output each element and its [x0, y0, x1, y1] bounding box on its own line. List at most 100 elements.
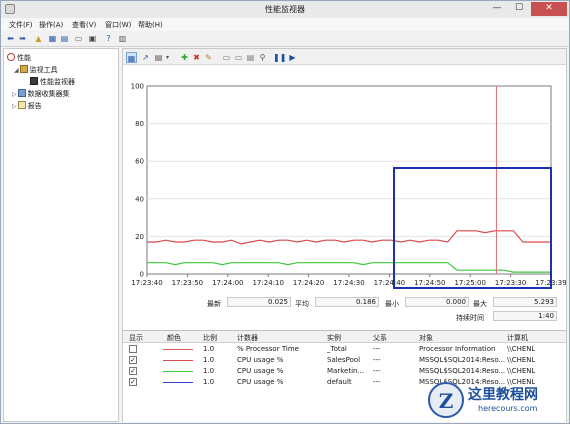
zoom-icon[interactable]: ⚲	[257, 52, 268, 63]
close-button[interactable]: ✕	[531, 2, 567, 16]
view-current-activity-icon[interactable]: ▦	[126, 52, 137, 63]
col-instance[interactable]: 实例	[327, 333, 341, 343]
table-row[interactable]: 1.0 % Processor Time _Total --- Processor In…	[123, 344, 566, 355]
menu-action[interactable]: 操作(A)	[39, 20, 63, 30]
tree-item-label: 性能监视器	[40, 78, 75, 86]
y-tick-label: 20	[135, 233, 144, 241]
cell-object: Processor Information	[419, 345, 496, 353]
highlight-icon[interactable]: ✎	[203, 52, 214, 63]
show-checkbox[interactable]	[129, 345, 137, 353]
show-checkbox[interactable]: ✓	[129, 378, 137, 386]
col-computer[interactable]: 计算机	[507, 333, 528, 343]
last-label: 最新	[207, 300, 221, 308]
show-hide-tree-icon[interactable]: ▦	[47, 33, 58, 44]
cell-counter: CPU usage %	[237, 356, 284, 364]
copy-properties-icon[interactable]: ▭	[221, 52, 232, 63]
collapse-arrow-icon[interactable]: ◢	[14, 67, 19, 74]
properties-icon[interactable]: ▤	[245, 52, 256, 63]
col-object[interactable]: 对象	[419, 333, 433, 343]
cell-counter: % Processor Time	[237, 345, 299, 353]
tree-item-performance-monitor[interactable]: 性能监视器	[30, 77, 75, 87]
cell-parent: ---	[373, 356, 381, 364]
cell-scale: 1.0	[203, 356, 215, 364]
tree-item-reports[interactable]: ▷ 报告	[12, 101, 42, 111]
menu-bar: 文件(F) 操作(A) 查看(V) 窗口(W) 帮助(H)	[1, 18, 569, 31]
add-counter-icon[interactable]: ✚	[179, 52, 190, 63]
maximize-button[interactable]: ☐	[509, 2, 529, 16]
col-counter[interactable]: 计数器	[237, 333, 258, 343]
show-checkbox[interactable]: ✓	[129, 356, 137, 364]
tree-item-label: 性能	[17, 54, 31, 62]
y-tick-label: 60	[135, 158, 144, 166]
maximum-value: 5.293	[493, 297, 557, 307]
col-show[interactable]: 显示	[129, 333, 143, 343]
expand-arrow-icon[interactable]: ▷	[12, 103, 17, 110]
export-icon[interactable]: ▭	[73, 33, 84, 44]
watermark-title: 这里教程网	[468, 387, 538, 403]
properties-icon[interactable]: ▥	[117, 33, 128, 44]
tree-item-performance[interactable]: 性能	[7, 53, 31, 63]
watermark-logo: Z	[428, 382, 464, 418]
x-tick-label: 17:25:00	[454, 279, 485, 287]
counter-table-header: 显示 颜色 比例 计数器 实例 父系 对象 计算机	[123, 331, 566, 343]
title-bar: 性能监视器 — ☐ ✕	[1, 1, 569, 18]
x-tick-label: 17:24:40	[374, 279, 405, 287]
back-icon[interactable]: ⬅	[5, 33, 16, 44]
minimum-label: 最小	[385, 300, 399, 308]
y-tick-label: 0	[140, 271, 144, 279]
tree-item-monitoring-tools[interactable]: ◢ 监视工具	[14, 65, 58, 75]
print-icon[interactable]: ▣	[87, 33, 98, 44]
table-row[interactable]: ✓ 1.0 CPU usage % Marketin... --- MSSQL$SQL20…	[123, 366, 566, 377]
show-checkbox[interactable]: ✓	[129, 367, 137, 375]
graph-type-dropdown-icon[interactable]: ▾	[162, 52, 173, 63]
help-icon[interactable]: ?	[103, 33, 114, 44]
x-tick-label: 17:24:50	[414, 279, 445, 287]
menu-file[interactable]: 文件(F)	[9, 20, 33, 30]
freeze-display-icon[interactable]: ❚❚	[273, 52, 286, 63]
y-tick-label: 80	[135, 120, 144, 128]
col-scale[interactable]: 比例	[203, 333, 217, 343]
report-icon	[17, 101, 26, 109]
x-tick-label: 17:24:20	[293, 279, 324, 287]
list-view-icon[interactable]: ▤	[59, 33, 70, 44]
cell-instance: SalesPool	[327, 356, 361, 364]
y-tick-label: 100	[131, 83, 144, 91]
cell-parent: ---	[373, 378, 381, 386]
menu-help[interactable]: 帮助(H)	[138, 20, 163, 30]
delete-counter-icon[interactable]: ✖	[191, 52, 202, 63]
forward-icon[interactable]: ➡	[17, 33, 28, 44]
cell-computer: \\CHENL	[507, 367, 536, 375]
cell-object: MSSQL$SQL2014:Reso...	[419, 367, 506, 375]
x-tick-label: 17:23:40	[131, 279, 162, 287]
x-tick-label: 17:24:10	[252, 279, 283, 287]
cell-parent: ---	[373, 367, 381, 375]
cell-object: MSSQL$SQL2014:Reso...	[419, 356, 506, 364]
menu-window[interactable]: 窗口(W)	[105, 20, 131, 30]
expand-arrow-icon[interactable]: ▷	[12, 91, 17, 98]
color-swatch	[163, 349, 193, 350]
cell-instance: default	[327, 378, 352, 386]
folder-icon	[19, 65, 28, 73]
window-title: 性能监视器	[265, 5, 305, 14]
up-folder-icon[interactable]: ▲	[33, 33, 44, 44]
update-data-icon[interactable]: ▶	[287, 52, 298, 63]
table-row[interactable]: ✓ 1.0 CPU usage % SalesPool --- MSSQL$SQL2014…	[123, 355, 566, 366]
cell-instance: Marketin...	[327, 367, 365, 375]
navigation-tree: 性能 ◢ 监视工具 性能监视器 ▷ 数据收集器集 ▷ 报告	[3, 48, 119, 422]
minimize-button[interactable]: —	[487, 2, 507, 16]
paste-counter-list-icon[interactable]: ▭	[233, 52, 244, 63]
maximum-label: 最大	[473, 300, 487, 308]
tree-item-label: 报告	[27, 102, 42, 110]
monitor-icon	[30, 77, 38, 85]
col-parent[interactable]: 父系	[373, 333, 387, 343]
cell-scale: 1.0	[203, 378, 215, 386]
performance-icon	[7, 53, 15, 61]
average-value: 0.186	[315, 297, 379, 307]
menu-view[interactable]: 查看(V)	[72, 20, 96, 30]
color-swatch	[163, 371, 193, 372]
col-color[interactable]: 颜色	[167, 333, 181, 343]
view-log-data-icon[interactable]: ↗	[140, 52, 151, 63]
tree-item-label: 监视工具	[29, 66, 58, 74]
cell-scale: 1.0	[203, 367, 215, 375]
tree-item-data-collector-sets[interactable]: ▷ 数据收集器集	[12, 89, 70, 99]
